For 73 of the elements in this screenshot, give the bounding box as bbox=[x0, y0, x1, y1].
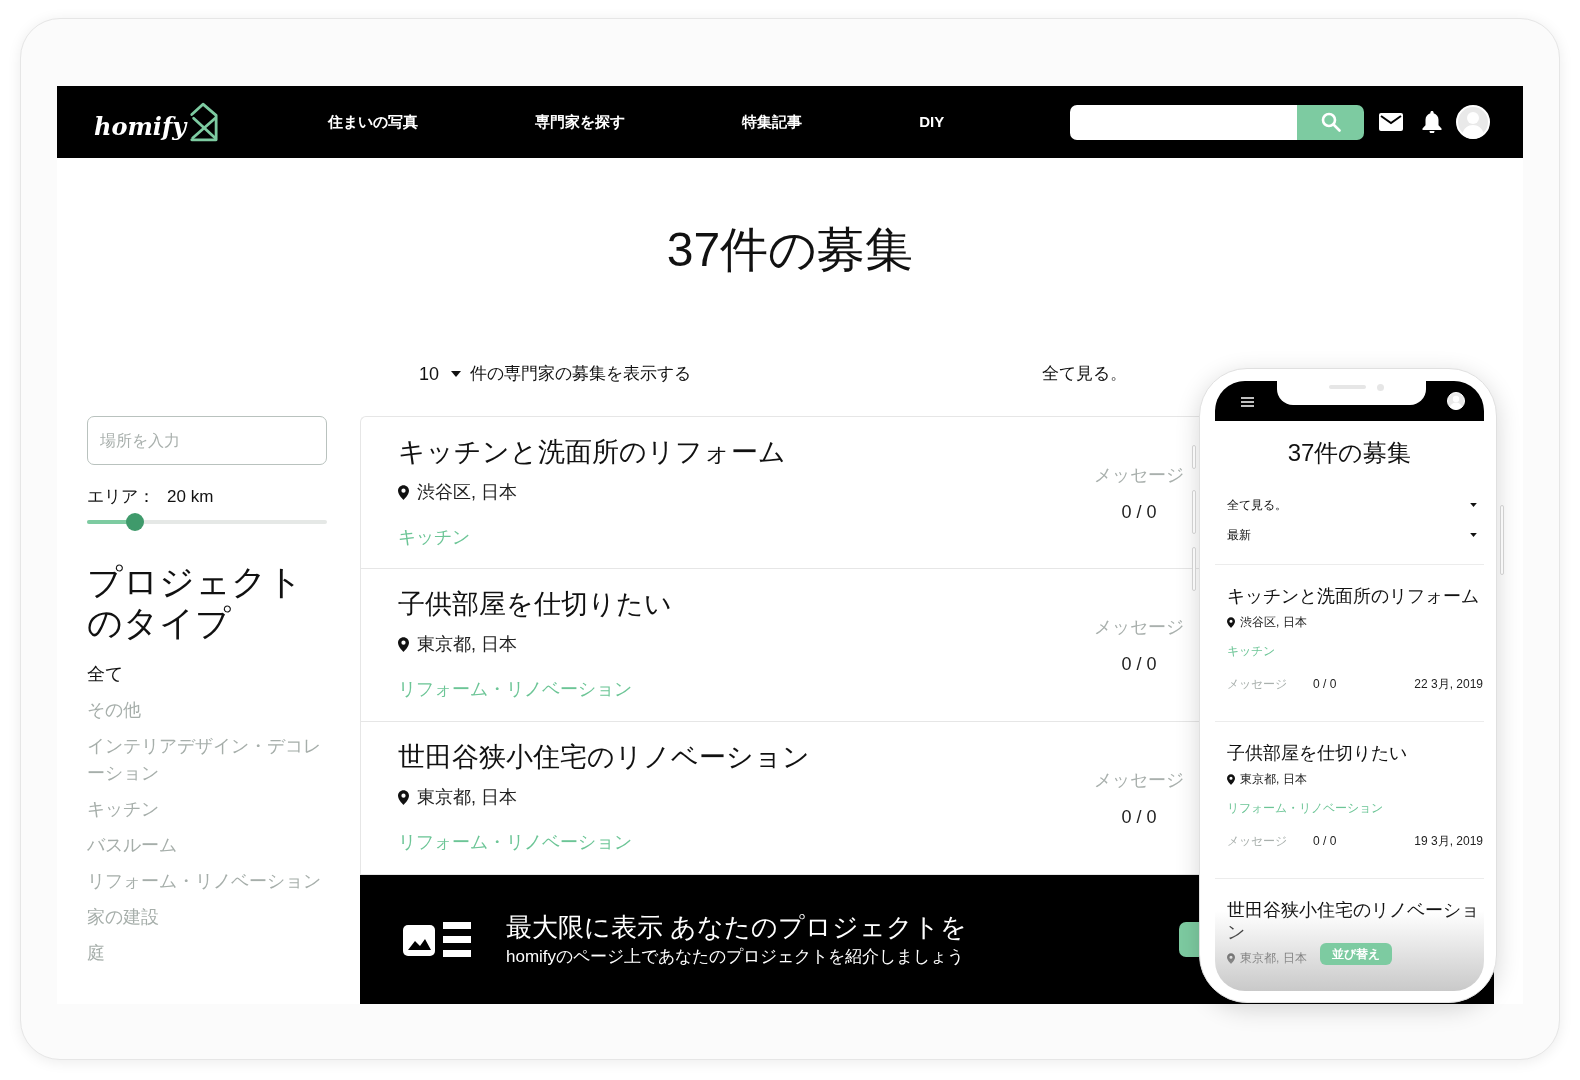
page-title: 37件の募集 bbox=[666, 222, 914, 278]
project-type-item[interactable]: 全て bbox=[87, 661, 123, 688]
project-location: 渋谷区, 日本 bbox=[1240, 614, 1307, 630]
messages-count: 0 / 0 bbox=[1121, 653, 1157, 676]
caret-icon bbox=[1470, 533, 1477, 537]
messages-label: メッセージ bbox=[1227, 676, 1287, 692]
banner-button[interactable] bbox=[1179, 922, 1199, 957]
project-location: 東京都, 日本 bbox=[417, 633, 517, 656]
project-date: 22 3月, 2019 bbox=[1414, 676, 1484, 692]
project-card[interactable]: キッチンと洗面所のリフォーム 渋谷区, 日本 キッチン メッセージ 0 / 0 22 3月, 2019 bbox=[1215, 565, 1484, 722]
location-pin-icon bbox=[398, 484, 409, 500]
per-page-dropdown[interactable]: 10 bbox=[419, 362, 462, 386]
category-label: キッチン bbox=[1227, 643, 1275, 659]
menu-icon[interactable] bbox=[1241, 397, 1254, 407]
slider-thumb[interactable] bbox=[126, 513, 144, 531]
project-location: 渋谷区, 日本 bbox=[417, 481, 517, 504]
project-title: キッチンと洗面所のリフォーム bbox=[398, 436, 786, 469]
area-value: 20 km bbox=[167, 486, 214, 508]
phone-page-title: 37件の募集 bbox=[1287, 438, 1412, 468]
messages-label: メッセージ bbox=[1227, 833, 1287, 849]
search-icon bbox=[1320, 112, 1341, 132]
per-page-label: 件の専門家の募集を表示する bbox=[470, 363, 692, 385]
location-pin-icon bbox=[398, 789, 409, 805]
messages-count: 0 / 0 bbox=[1121, 806, 1157, 829]
location-input[interactable]: 場所を入力 bbox=[87, 416, 327, 465]
bell-icon[interactable] bbox=[1422, 111, 1442, 133]
messages-label: メッセージ bbox=[1094, 464, 1184, 487]
messages-label: メッセージ bbox=[1094, 769, 1184, 792]
project-card[interactable]: 子供部屋を仕切りたい 東京都, 日本 リフォーム・リノベーション メッセージ 0 / 0 19 3月, 2019 bbox=[1215, 722, 1484, 879]
avatar-icon[interactable] bbox=[1456, 105, 1490, 139]
messages-label: メッセージ bbox=[1094, 616, 1184, 639]
location-pin-icon bbox=[1227, 616, 1235, 628]
project-location: 東京都, 日本 bbox=[1240, 950, 1307, 966]
location-pin-icon bbox=[1227, 773, 1235, 785]
filter-dropdown[interactable]: 最新 bbox=[1227, 526, 1477, 544]
area-slider[interactable] bbox=[87, 513, 327, 531]
messages-count: 0 / 0 bbox=[1121, 501, 1157, 524]
location-pin-icon bbox=[1227, 952, 1235, 964]
avatar-icon[interactable] bbox=[1447, 392, 1465, 410]
banner-title: 最大限に表示 あなたのプロジェクトを bbox=[506, 910, 968, 943]
search-button[interactable] bbox=[1297, 104, 1364, 140]
project-title: 世田谷狭小住宅のリノベーション bbox=[398, 741, 810, 774]
project-title: 子供部屋を仕切りたい bbox=[1227, 742, 1407, 764]
image-list-icon bbox=[403, 921, 471, 958]
location-pin-icon bbox=[398, 636, 409, 652]
category-label: リフォーム・リノベーション bbox=[398, 831, 632, 854]
house-logo-icon[interactable] bbox=[188, 102, 219, 142]
nav-link[interactable]: DIY bbox=[919, 111, 945, 133]
project-title: キッチンと洗面所のリフォーム bbox=[1227, 585, 1479, 607]
category-label: リフォーム・リノベーション bbox=[398, 678, 632, 701]
project-card[interactable]: キッチンと洗面所のリフォーム 渋谷区, 日本 キッチン メッセージ 0 / 0 bbox=[360, 416, 1199, 569]
area-label: エリア： bbox=[87, 486, 155, 508]
nav-link[interactable]: 特集記事 bbox=[742, 111, 803, 133]
project-location: 東京都, 日本 bbox=[1240, 771, 1307, 787]
mail-icon[interactable] bbox=[1379, 113, 1403, 131]
project-type-heading: プロジェクトのタイプ bbox=[87, 561, 304, 643]
filter-dropdown[interactable]: 全て見る。 bbox=[1227, 496, 1477, 514]
project-title: 世田谷狭小住宅のリノベーション bbox=[1227, 899, 1480, 943]
banner-subtitle: homifyのページ上であなたのプロジェクトを紹介しましょう bbox=[506, 945, 965, 968]
category-label: キッチン bbox=[398, 526, 470, 549]
project-title: 子供部屋を仕切りたい bbox=[398, 588, 672, 621]
filter-dropdown[interactable]: 全て見る。 bbox=[1042, 362, 1127, 386]
nav-link[interactable]: 専門家を探す bbox=[535, 111, 626, 133]
logo-text[interactable]: homify bbox=[94, 112, 187, 142]
caret-icon bbox=[1470, 503, 1477, 507]
project-date: 19 3月, 2019 bbox=[1414, 833, 1484, 849]
category-label: リフォーム・リノベーション bbox=[1227, 800, 1383, 816]
messages-count: 0 / 0 bbox=[1313, 676, 1337, 692]
caret-icon bbox=[451, 371, 462, 377]
project-location: 東京都, 日本 bbox=[417, 786, 517, 809]
nav-link[interactable]: 住まいの写真 bbox=[328, 111, 419, 133]
messages-count: 0 / 0 bbox=[1313, 833, 1337, 849]
search-field[interactable] bbox=[1070, 104, 1297, 140]
